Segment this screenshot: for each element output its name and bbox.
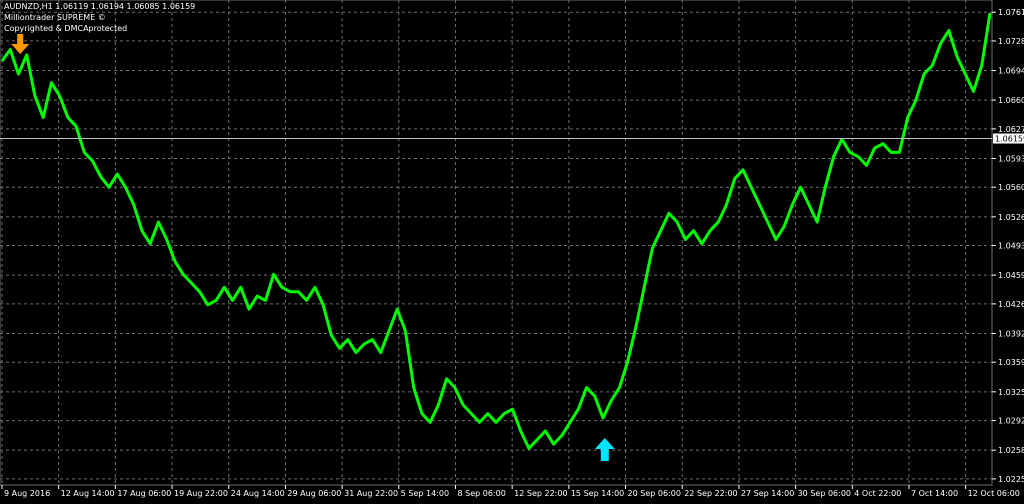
y-tick-label: 1.03590 xyxy=(998,358,1024,367)
y-tick-label: 1.04590 xyxy=(998,271,1024,280)
y-tick-label: 1.06600 xyxy=(998,96,1024,105)
x-tick-label: 12 Aug 14:00 xyxy=(61,489,115,498)
chart-area: 1.07610 1.07280 1.06940 1.06600 1.06270 1.059… xyxy=(0,0,1024,500)
x-tick-label: 22 Sep 22:00 xyxy=(684,489,737,498)
y-tick-label: 1.05260 xyxy=(998,213,1024,222)
x-tick-label: 27 Sep 14:00 xyxy=(741,489,794,498)
x-tick-label: 29 Aug 06:00 xyxy=(287,489,341,498)
x-tick-label: 12 Sep 22:00 xyxy=(514,489,567,498)
y-tick-label: 1.02920 xyxy=(998,417,1024,426)
x-tick-label: 17 Aug 06:00 xyxy=(117,489,171,498)
x-tick-label: 30 Sep 06:00 xyxy=(798,489,851,498)
x-tick-label: 4 Oct 22:00 xyxy=(854,489,901,498)
x-tick-label: 15 Sep 14:00 xyxy=(571,489,624,498)
x-tick-label: 12 Oct 06:00 xyxy=(968,489,1020,498)
copyright-notice: Copyrighted & DMCAprotected xyxy=(4,24,128,33)
x-tick-label: 5 Sep 14:00 xyxy=(401,489,449,498)
price-chart: 1.07610 1.07280 1.06940 1.06600 1.06270 1.059… xyxy=(0,0,1024,498)
y-tick-label: 1.06270 xyxy=(998,125,1024,134)
x-tick-label: 31 Aug 22:00 xyxy=(344,489,398,498)
y-tick-label: 1.06940 xyxy=(998,67,1024,76)
x-tick-label: 20 Sep 06:00 xyxy=(628,489,681,498)
indicator-name: Milliontrader SUPREME © xyxy=(4,13,106,22)
y-tick-label: 1.07610 xyxy=(998,8,1024,17)
y-tick-label: 1.05930 xyxy=(998,154,1024,163)
current-price-label: 1.06159 xyxy=(995,135,1024,144)
x-tick-label: 7 Oct 14:00 xyxy=(911,489,958,498)
y-tick-label: 1.03920 xyxy=(998,329,1024,338)
x-tick-label: 24 Aug 14:00 xyxy=(231,489,285,498)
x-tick-label: 8 Sep 06:00 xyxy=(457,489,505,498)
x-tick-label: 9 Aug 2016 xyxy=(4,489,50,498)
y-tick-label: 1.04930 xyxy=(998,242,1024,251)
y-tick-label: 1.05600 xyxy=(998,183,1024,192)
y-tick-label: 1.02580 xyxy=(998,446,1024,455)
symbol-info: AUDNZD,H1 1.06119 1.06194 1.06085 1.0615… xyxy=(4,2,196,11)
y-tick-label: 1.04260 xyxy=(998,300,1024,309)
y-tick-label: 1.02250 xyxy=(998,475,1024,484)
y-tick-label: 1.03250 xyxy=(998,388,1024,397)
x-tick-label: 19 Aug 22:00 xyxy=(174,489,228,498)
y-tick-label: 1.07280 xyxy=(998,37,1024,46)
